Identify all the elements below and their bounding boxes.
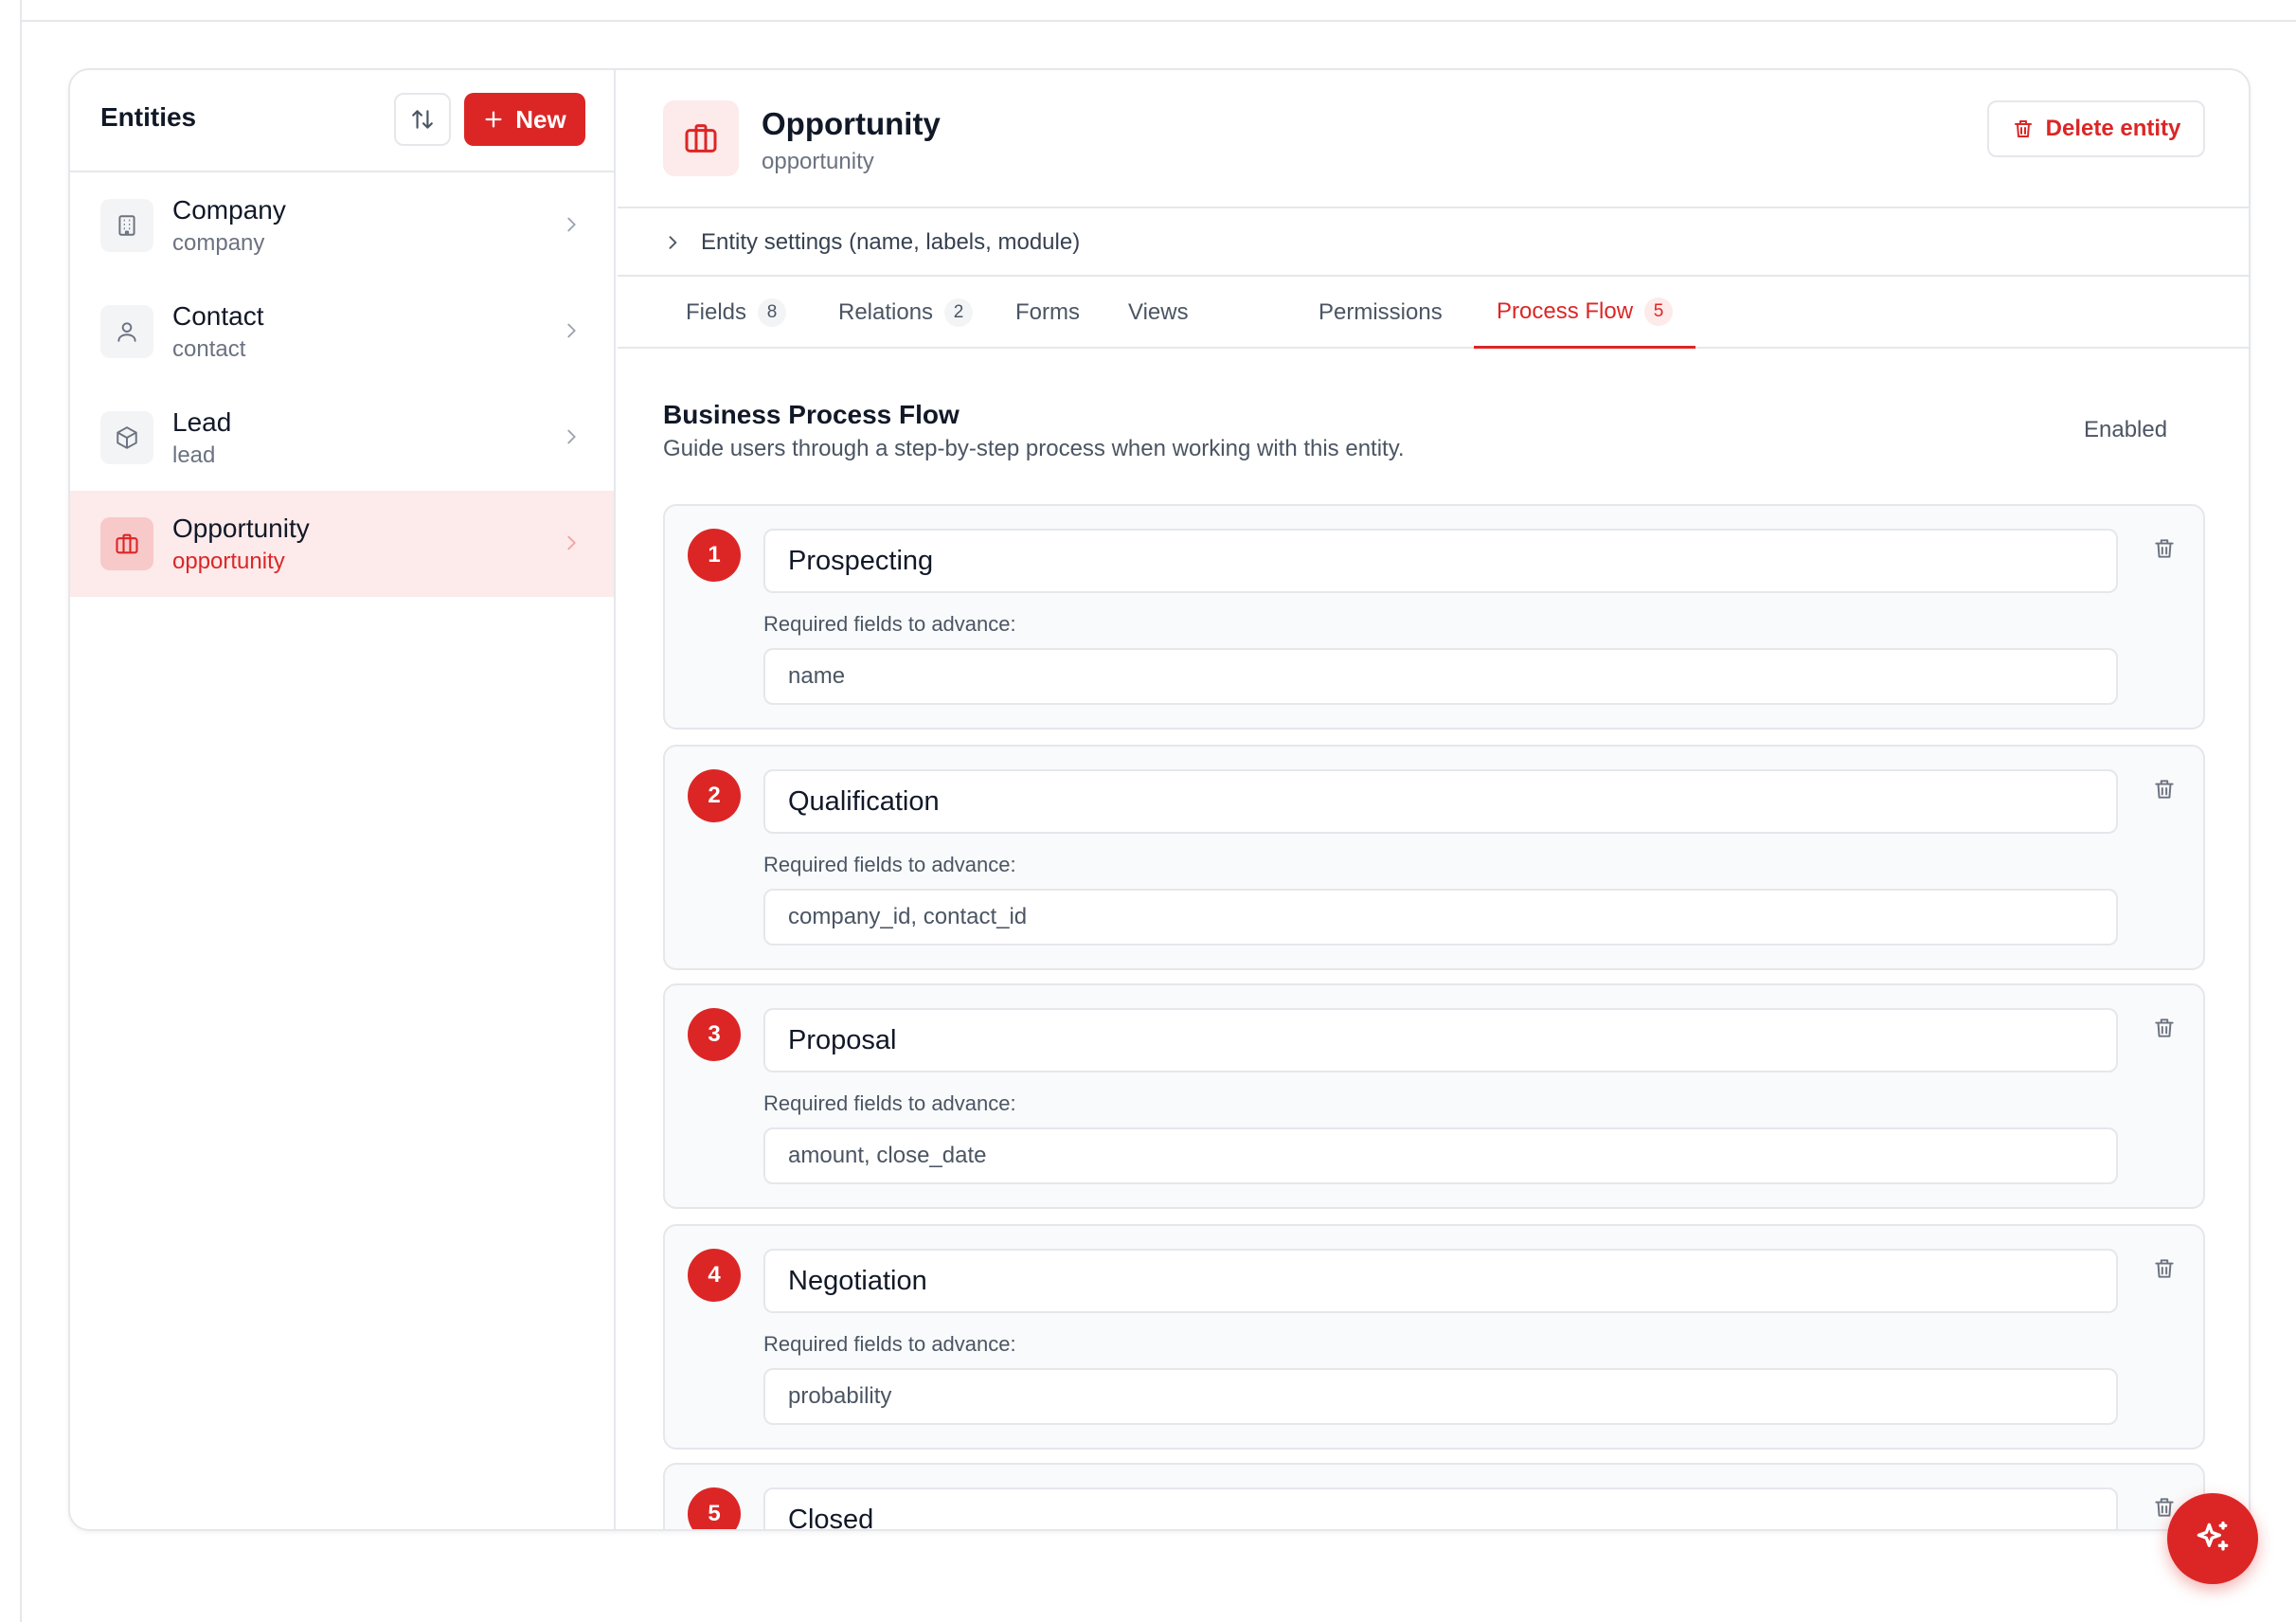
stage-number: 3 [688,1008,741,1061]
entity-detail: Opportunity opportunity Delete entity En… [618,70,2251,1529]
tab-label: Forms [1015,299,1080,325]
trash-icon [2014,120,2032,137]
stage-name-input[interactable] [763,769,2118,834]
stage-card: 4 Required fields to advance: [663,1224,2205,1450]
user-icon [100,305,153,358]
required-fields-input[interactable] [763,889,2118,946]
required-fields-input[interactable] [763,648,2118,705]
stage-number: 1 [688,529,741,582]
sidebar-item-contact[interactable]: Contact contact [70,279,614,385]
briefcase-icon [663,100,739,176]
tab-label: Relations [838,299,934,325]
tab-label: Views [1128,299,1189,325]
sidebar-item-sub: opportunity [172,549,285,574]
section-description: Guide users through a step-by-step proce… [663,436,1405,461]
sidebar-item-lead[interactable]: Lead lead [70,385,614,491]
stage-number: 5 [688,1487,741,1529]
sidebar-item-label: Opportunity [172,514,310,543]
trash-icon[interactable] [2152,1256,2177,1281]
sidebar-header: Entities New [70,70,614,172]
tab-label: Fields [686,299,747,325]
tab-process-flow[interactable]: Process Flow 5 [1474,277,1696,349]
chevron-right-icon [567,429,576,444]
required-fields-label: Required fields to advance: [763,853,1016,876]
trash-icon[interactable] [2152,1016,2177,1040]
stage-number: 2 [688,769,741,822]
sidebar-item-label: Company [172,195,286,225]
page-subtitle: opportunity [762,149,874,174]
stage-card: 3 Required fields to advance: [663,983,2205,1209]
required-fields-label: Required fields to advance: [763,612,1016,636]
chevron-right-icon [567,323,576,338]
sparkle-icon [2197,1521,2229,1551]
sidebar-item-opportunity[interactable]: Opportunity opportunity [70,491,614,597]
tab-fields[interactable]: Fields 8 [686,277,787,349]
top-bar [0,0,2296,22]
stage-name-input[interactable] [763,1249,2118,1313]
section-title: Business Process Flow [663,400,960,429]
tab-label: Process Flow [1497,297,1634,324]
stage-name-input[interactable] [763,1008,2118,1072]
page-title: Opportunity [762,106,941,141]
entities-sidebar: Entities New Company company Contact con… [70,70,616,1529]
chevron-right-icon [567,217,576,232]
chevron-right-icon [567,535,576,550]
new-entity-button[interactable]: New [464,93,585,146]
trash-icon[interactable] [2152,536,2177,561]
stage-card: 5 [663,1463,2205,1529]
delete-entity-label: Delete entity [2045,116,2181,141]
trash-icon[interactable] [2152,777,2177,802]
entity-tabs: Fields 8 Relations 2 Forms Views Permiss… [618,277,2249,349]
count-badge: 2 [944,298,974,327]
entity-settings-label: Entity settings (name, labels, module) [701,229,1081,255]
stage-card: 2 Required fields to advance: [663,745,2205,970]
delete-entity-button[interactable]: Delete entity [1987,100,2205,157]
tab-label: Permissions [1318,299,1443,325]
required-fields-input[interactable] [763,1127,2118,1184]
sidebar-item-sub: contact [172,336,246,362]
tab-permissions[interactable]: Permissions [1318,277,1443,349]
ai-assistant-button[interactable] [2167,1493,2258,1584]
enabled-checkbox[interactable] [2249,419,2251,443]
building-icon [100,199,153,252]
sidebar-item-sub: company [172,230,265,256]
stage-name-input[interactable] [763,529,2118,593]
stage-number: 4 [688,1249,741,1302]
box-icon [100,411,153,464]
sort-button[interactable] [394,93,451,146]
entity-settings-toggle[interactable]: Entity settings (name, labels, module) [618,208,2249,277]
count-badge: 8 [758,298,787,327]
entity-header: Opportunity opportunity Delete entity [618,70,2249,208]
left-rail [0,0,22,1622]
count-badge: 5 [1644,297,1674,326]
plus-icon [485,111,502,128]
sidebar-item-label: Lead [172,407,232,437]
sidebar-item-label: Contact [172,301,264,331]
sidebar-title: Entities [100,102,197,132]
required-fields-input[interactable] [763,1368,2118,1425]
stage-card: 1 Required fields to advance: [663,504,2205,730]
required-fields-label: Required fields to advance: [763,1332,1016,1356]
tab-forms[interactable]: Forms [1015,277,1080,349]
entity-editor-panel: Entities New Company company Contact con… [68,68,2251,1531]
sort-arrows-icon [412,110,433,129]
required-fields-label: Required fields to advance: [763,1091,1016,1115]
enabled-label: Enabled [2084,417,2168,442]
sidebar-item-sub: lead [172,442,216,468]
sidebar-item-company[interactable]: Company company [70,172,614,279]
entity-list: Company company Contact contact Lead lea… [70,172,614,597]
stage-name-input[interactable] [763,1487,2118,1529]
chevron-right-icon [669,236,677,249]
tab-relations[interactable]: Relations 2 [838,277,974,349]
new-button-label: New [515,104,566,134]
tab-views[interactable]: Views [1128,277,1189,349]
briefcase-icon [100,517,153,570]
